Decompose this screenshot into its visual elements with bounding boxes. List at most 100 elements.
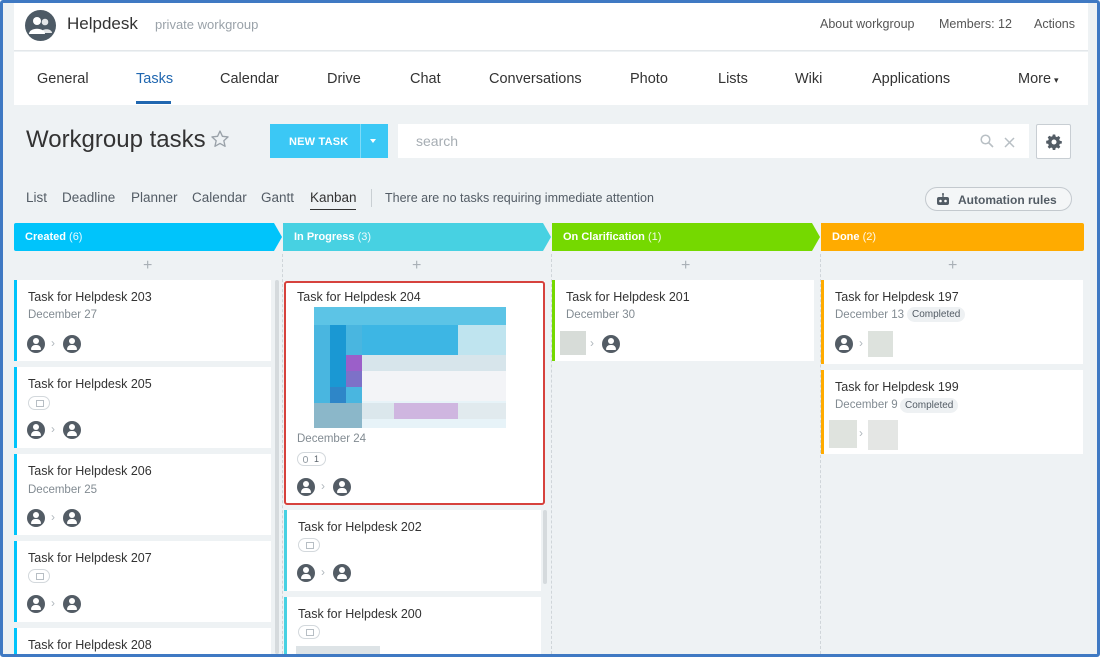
avatar[interactable]	[835, 335, 853, 353]
avatar[interactable]	[27, 421, 45, 439]
calendar-icon[interactable]	[28, 569, 50, 583]
tab-lists[interactable]: Lists	[718, 71, 748, 87]
avatar[interactable]	[868, 420, 898, 450]
task-card[interactable]: Task for Helpdesk 201 December 30 ›	[552, 280, 814, 361]
task-deadline[interactable]: December 25	[28, 484, 97, 496]
button-divider	[360, 124, 361, 158]
task-card[interactable]: Task for Helpdesk 207 ›	[14, 541, 271, 622]
add-task-plus-icon[interactable]: +	[412, 257, 421, 275]
avatar[interactable]	[27, 595, 45, 613]
task-card[interactable]: Task for Helpdesk 203 December 27 ›	[14, 280, 271, 361]
avatar[interactable]	[27, 509, 45, 527]
tab-wiki[interactable]: Wiki	[795, 71, 822, 87]
chevron-down-icon[interactable]	[370, 139, 376, 143]
view-kanban[interactable]: Kanban	[310, 190, 357, 205]
star-icon[interactable]	[210, 129, 230, 154]
task-title[interactable]: Task for Helpdesk 207	[28, 551, 152, 565]
calendar-icon[interactable]	[298, 538, 320, 552]
task-title[interactable]: Task for Helpdesk 208	[28, 638, 152, 652]
automation-rules-button[interactable]: Automation rules	[925, 187, 1072, 211]
tab-general[interactable]: General	[37, 71, 89, 87]
avatar[interactable]	[27, 335, 45, 353]
page-title: Workgroup tasks	[26, 126, 206, 153]
calendar-icon[interactable]	[28, 396, 50, 410]
tab-tasks[interactable]: Tasks	[136, 71, 173, 87]
tab-photo[interactable]: Photo	[630, 71, 668, 87]
avatar[interactable]	[829, 420, 857, 448]
avatar[interactable]	[63, 421, 81, 439]
settings-button[interactable]	[1036, 124, 1071, 159]
task-card[interactable]: Task for Helpdesk 202 ›	[284, 510, 541, 591]
task-title[interactable]: Task for Helpdesk 206	[28, 464, 152, 478]
active-view-indicator	[310, 209, 356, 210]
tab-chat[interactable]: Chat	[410, 71, 441, 87]
tab-calendar[interactable]: Calendar	[220, 71, 279, 87]
avatar[interactable]	[560, 331, 586, 355]
selected-card-highlight	[284, 281, 545, 505]
column-on-clarification-title: On Clarification (1)	[552, 223, 812, 251]
view-deadline[interactable]: Deadline	[62, 190, 115, 205]
task-deadline[interactable]: December 13	[835, 309, 904, 321]
task-card[interactable]: Task for Helpdesk 199 December 9 Complet…	[821, 370, 1083, 454]
task-deadline[interactable]: December 27	[28, 309, 97, 321]
task-card[interactable]: Task for Helpdesk 206 December 25 ›	[14, 454, 271, 535]
notice-text: There are no tasks requiring immediate a…	[385, 191, 654, 205]
about-workgroup-link[interactable]: About workgroup	[820, 17, 915, 31]
task-title[interactable]: Task for Helpdesk 203	[28, 290, 152, 304]
card-status-bar	[284, 597, 287, 654]
app-subtitle: private workgroup	[155, 17, 259, 32]
task-title[interactable]: Task for Helpdesk 199	[835, 380, 959, 394]
task-deadline[interactable]: December 30	[566, 309, 635, 321]
view-gantt[interactable]: Gantt	[261, 190, 294, 205]
column-scrollbar[interactable]	[275, 280, 279, 654]
column-divider	[282, 254, 283, 654]
avatar[interactable]	[868, 331, 893, 357]
task-card[interactable]: Task for Helpdesk 197 December 13 Comple…	[821, 280, 1083, 364]
add-task-plus-icon[interactable]: +	[681, 257, 690, 275]
task-title[interactable]: Task for Helpdesk 201	[566, 290, 690, 304]
calendar-icon[interactable]	[298, 625, 320, 639]
chevron-right-icon: ›	[859, 426, 863, 440]
members-link[interactable]: Members: 12	[939, 17, 1012, 31]
task-title[interactable]: Task for Helpdesk 202	[298, 520, 422, 534]
add-task-plus-icon[interactable]: +	[143, 257, 152, 275]
view-list[interactable]: List	[26, 190, 47, 205]
task-card[interactable]: Task for Helpdesk 205 ›	[14, 367, 271, 448]
task-card[interactable]: Task for Helpdesk 200	[284, 597, 541, 654]
column-scrollbar[interactable]	[543, 510, 547, 584]
column-count: (6)	[69, 231, 83, 243]
search-box	[398, 124, 1029, 158]
tab-drive[interactable]: Drive	[327, 71, 361, 87]
chevron-right-icon: ›	[51, 422, 55, 436]
card-status-bar	[14, 367, 17, 448]
view-calendar[interactable]: Calendar	[192, 190, 247, 205]
avatar[interactable]	[602, 335, 620, 353]
new-task-button[interactable]: NEW TASK	[270, 124, 388, 158]
column-name: On Clarification	[563, 231, 645, 243]
search-icon[interactable]	[980, 134, 994, 153]
task-title[interactable]: Task for Helpdesk 205	[28, 377, 152, 391]
close-icon[interactable]	[1004, 135, 1015, 153]
search-input[interactable]	[398, 124, 958, 158]
view-planner[interactable]: Planner	[131, 190, 178, 205]
task-deadline[interactable]: December 9	[835, 399, 898, 411]
column-count: (1)	[647, 231, 662, 243]
avatar[interactable]	[63, 595, 81, 613]
avatar[interactable]	[63, 509, 81, 527]
tab-conversations[interactable]: Conversations	[489, 71, 582, 87]
automation-rules-label: Automation rules	[958, 193, 1057, 207]
task-title[interactable]: Task for Helpdesk 197	[835, 290, 959, 304]
avatar[interactable]	[333, 564, 351, 582]
tab-applications[interactable]: Applications	[872, 71, 950, 87]
card-status-bar	[14, 454, 17, 535]
new-task-label: NEW TASK	[289, 136, 349, 148]
add-task-plus-icon[interactable]: +	[948, 257, 957, 275]
tab-more[interactable]: More ▾	[1018, 71, 1059, 87]
workgroup-logo-icon	[25, 10, 56, 41]
actions-link[interactable]: Actions	[1034, 17, 1075, 31]
task-title[interactable]: Task for Helpdesk 200	[298, 607, 422, 621]
task-card[interactable]: Task for Helpdesk 208	[14, 628, 271, 654]
avatar[interactable]	[297, 564, 315, 582]
chevron-right-icon: ›	[321, 565, 325, 579]
avatar[interactable]	[63, 335, 81, 353]
